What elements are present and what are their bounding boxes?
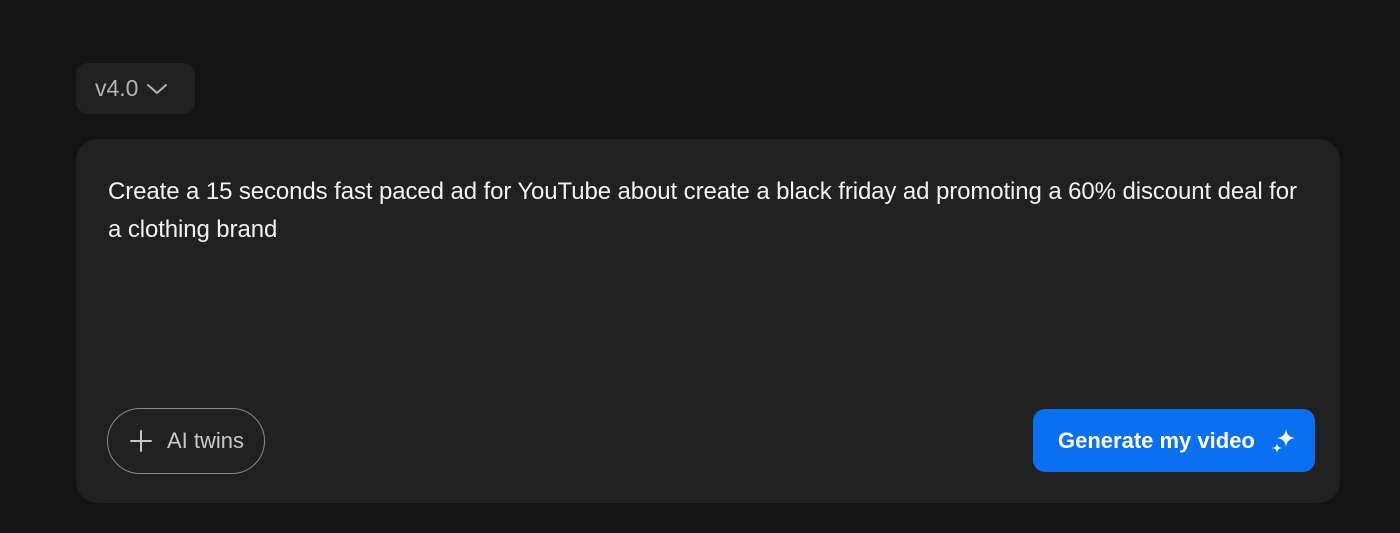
prompt-card: Create a 15 seconds fast paced ad for Yo… [76,139,1340,503]
version-label: v4.0 [95,75,139,101]
page: v4.0 Create a 15 seconds fast paced ad f… [0,0,1400,533]
generate-label: Generate my video [1058,427,1255,453]
generate-video-button[interactable]: Generate my video [1033,409,1315,472]
ai-twins-label: AI twins [167,428,245,453]
ai-twins-button[interactable]: AI twins [107,408,265,474]
chevron-down-icon [146,82,168,96]
sparkle-icon [1271,427,1297,455]
version-dropdown[interactable]: v4.0 [76,63,195,114]
plus-icon [128,428,154,454]
prompt-input[interactable]: Create a 15 seconds fast paced ad for Yo… [108,173,1308,249]
